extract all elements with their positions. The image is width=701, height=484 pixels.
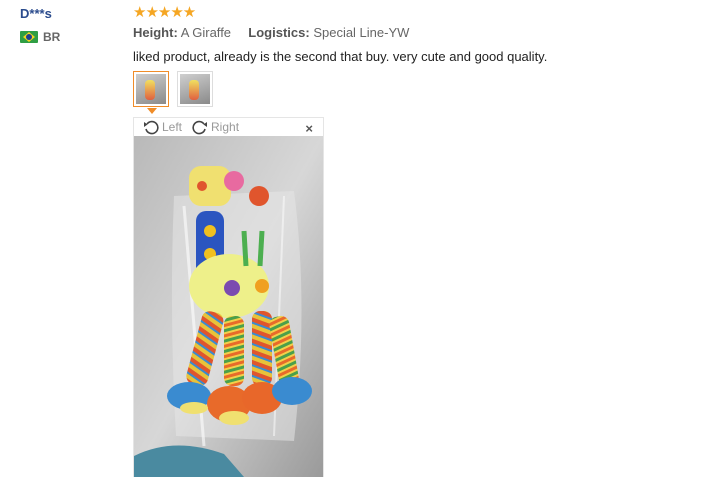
review-attributes: Height: A Giraffe Logistics: Special Lin… xyxy=(133,25,693,40)
logistics-value: Special Line-YW xyxy=(313,25,410,40)
rotate-left-button[interactable]: Left xyxy=(143,119,182,135)
reviewer-name[interactable]: D***s xyxy=(20,6,120,21)
rotate-left-label: Left xyxy=(162,120,183,134)
giraffe-toy-photo xyxy=(134,136,323,477)
viewer-toolbar: Left Right × xyxy=(134,118,323,136)
brazil-flag-icon xyxy=(20,31,38,43)
reviewer-info: D***s BR xyxy=(20,6,120,44)
review-photo xyxy=(134,136,323,477)
height-value: A Giraffe xyxy=(180,25,232,40)
image-viewer: Left Right × xyxy=(133,117,324,477)
star-rating: ★★★★★ xyxy=(133,4,196,21)
review-thumbnails xyxy=(133,71,213,107)
rotate-right-icon xyxy=(192,120,208,135)
height-label: Height: xyxy=(133,25,178,40)
rotate-right-button[interactable]: Right xyxy=(192,119,239,135)
review-body: ★★★★★ Height: A Giraffe Logistics: Speci… xyxy=(133,4,693,64)
logistics-label: Logistics: xyxy=(248,25,310,40)
rotate-left-icon xyxy=(144,120,159,135)
reviewer-country: BR xyxy=(20,30,120,44)
review-thumbnail-2[interactable] xyxy=(177,71,213,107)
rotate-right-label: Right xyxy=(211,120,240,134)
close-viewer-button[interactable]: × xyxy=(305,121,313,136)
review-text: liked product, already is the second tha… xyxy=(133,49,548,64)
country-code: BR xyxy=(43,30,61,44)
review-thumbnail-1[interactable] xyxy=(133,71,169,107)
active-thumbnail-caret-icon xyxy=(147,108,157,114)
